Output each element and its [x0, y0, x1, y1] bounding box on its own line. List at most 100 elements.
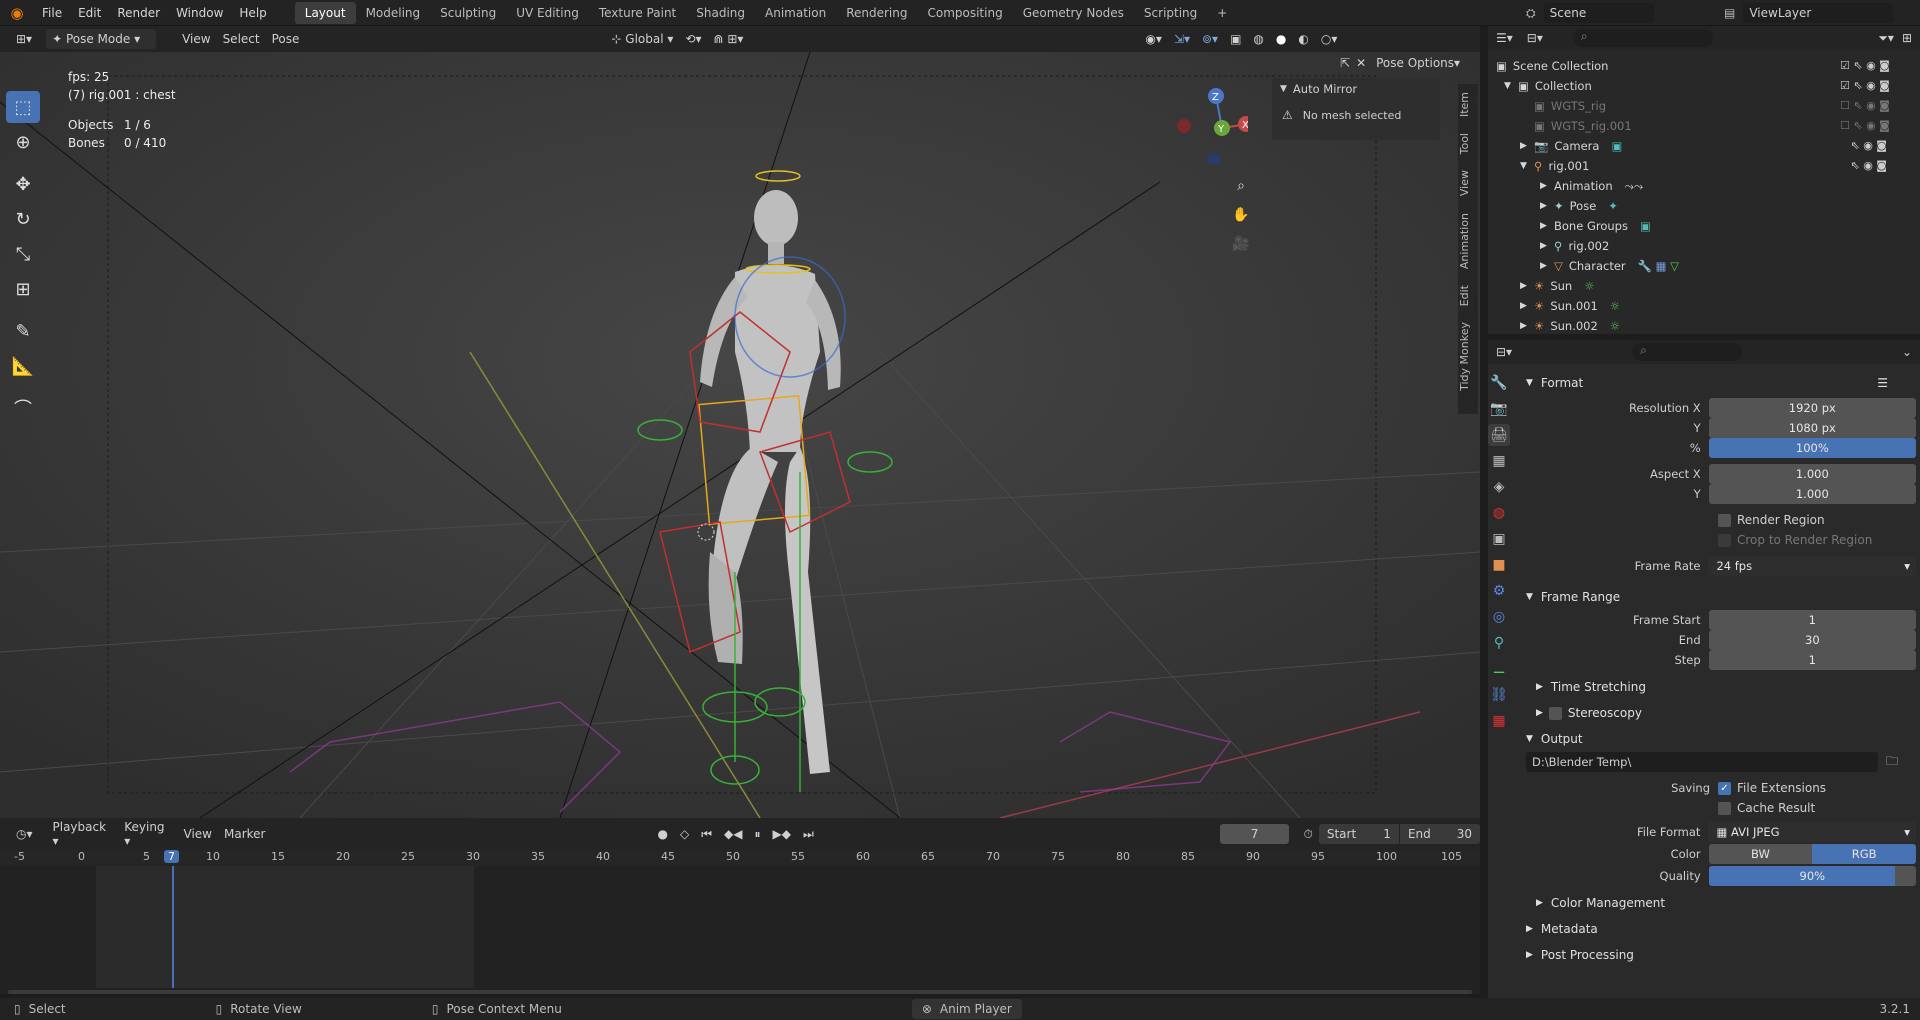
color-rgb-button[interactable]: RGB — [1812, 844, 1917, 864]
measure-icon[interactable]: 📐 — [6, 350, 40, 382]
select-box-icon[interactable]: ⬚ — [6, 91, 40, 123]
expand-icon[interactable]: ▶ — [1520, 281, 1534, 291]
timeline-editor-icon[interactable]: ◷▾ — [10, 827, 39, 841]
tab-view[interactable]: View — [1458, 162, 1471, 204]
prev-keyframe-icon[interactable]: ◆◀ — [718, 827, 748, 841]
navigation-gizmo[interactable]: Z X Y — [1168, 84, 1254, 167]
outliner-row-animation[interactable]: ▶ Animation ⤳⤳ — [1488, 176, 1920, 196]
move-icon[interactable]: ✥ — [6, 168, 40, 200]
object-tab-icon[interactable]: ■ — [1488, 554, 1510, 576]
pan-hand-icon[interactable]: ✋ — [1228, 202, 1254, 228]
close-panel-icon[interactable]: ✕ — [1356, 56, 1366, 70]
shading-rendered-icon[interactable]: ○▾ — [1315, 32, 1344, 46]
tab-tool[interactable]: Tool — [1458, 125, 1471, 162]
tab-geometry-nodes[interactable]: Geometry Nodes — [1013, 2, 1134, 24]
shading-material-icon[interactable]: ◐ — [1292, 32, 1314, 46]
timeline-ruler[interactable]: -5 0 5 7 10 15 20 25 30 35 40 45 50 55 6… — [0, 850, 1480, 866]
snap-icon[interactable]: ⋒ ⊞▾ — [707, 32, 749, 46]
frame-step-field[interactable]: 1 — [1708, 650, 1916, 670]
resolution-percent-slider[interactable]: 100% — [1708, 438, 1916, 458]
keying-menu[interactable]: Keying ▾ — [118, 820, 177, 848]
keyframe-icon[interactable]: ◇ — [674, 827, 695, 841]
crop-region-checkbox[interactable]: Crop to Render Region — [1518, 530, 1916, 550]
outliner-row-bone-groups[interactable]: ▶ Bone Groups ▣ — [1488, 216, 1920, 236]
jump-start-icon[interactable]: ⏮ — [695, 827, 718, 842]
render-region-checkbox[interactable]: Render Region — [1518, 510, 1916, 530]
orientation-selector[interactable]: ⊹ Global ▾ — [605, 29, 679, 49]
expand-icon[interactable]: ▶ — [1540, 241, 1554, 251]
next-keyframe-icon[interactable]: ▶◆ — [766, 827, 796, 841]
expand-icon[interactable]: ▼ — [1504, 81, 1518, 91]
expand-icon[interactable]: ▶ — [1540, 181, 1554, 191]
texture-tab-icon[interactable]: ▦ — [1488, 710, 1510, 732]
resolution-y-field[interactable]: 1080 px — [1708, 418, 1916, 438]
frame-rate-dropdown[interactable]: 24 fps ▾ — [1708, 556, 1916, 576]
transform-icon[interactable]: ⊞ — [6, 273, 40, 305]
section-post-processing[interactable]: ▶ Post Processing — [1518, 942, 1916, 968]
tab-uv-editing[interactable]: UV Editing — [506, 2, 589, 24]
menu-render[interactable]: Render — [109, 0, 168, 26]
blender-logo-icon[interactable]: ◉ — [0, 4, 34, 22]
cursor-icon[interactable]: ⊕ — [6, 126, 40, 158]
modifier-tab-icon[interactable]: ⚙ — [1488, 580, 1510, 602]
tab-item[interactable]: Item — [1458, 84, 1471, 125]
pivot-icon[interactable]: ⟲▾ — [679, 32, 707, 46]
menu-pose[interactable]: Pose — [266, 32, 306, 46]
menu-view[interactable]: View — [176, 32, 216, 46]
shading-solid-icon[interactable]: ● — [1270, 32, 1292, 46]
bone-tab-icon[interactable]: ⚊ — [1488, 658, 1510, 680]
constraint-tab-icon[interactable]: ⚲ — [1488, 632, 1510, 654]
restriction-row[interactable]: ☐ ⇖ ◉ ◙ — [1840, 96, 1916, 116]
tab-shading[interactable]: Shading — [686, 2, 755, 24]
expand-icon[interactable]: ▼ — [1520, 161, 1534, 171]
add-workspace-icon[interactable]: + — [1207, 2, 1237, 24]
expand-icon[interactable]: ▶ — [1540, 221, 1554, 231]
output-path-field[interactable]: D:\Blender Temp\ — [1526, 752, 1878, 772]
restriction-row[interactable]: ☐ ⇖ ◉ ◙ — [1840, 116, 1916, 136]
panel-collapse-icon[interactable]: ⇱ — [1340, 56, 1350, 70]
view-layer-tab-icon[interactable]: ▦ — [1488, 450, 1510, 472]
marker-menu[interactable]: Marker — [218, 827, 271, 841]
outliner-editor-icon[interactable]: ☰▾ — [1496, 31, 1513, 45]
section-stereoscopy[interactable]: ▶ Stereoscopy — [1518, 700, 1916, 726]
file-extensions-checkbox[interactable]: ✓ — [1718, 781, 1731, 795]
section-format[interactable]: ▼ Format ☰ — [1518, 370, 1916, 396]
outliner-search-input[interactable]: ⌕ — [1572, 29, 1713, 47]
outliner-row-sun[interactable]: ▶ ☀ Sun ☼ — [1488, 276, 1920, 296]
playhead-line[interactable] — [172, 866, 174, 988]
menu-help[interactable]: Help — [231, 0, 274, 26]
file-format-dropdown[interactable]: ▦ AVI JPEG ▾ — [1708, 822, 1916, 842]
display-mode-icon[interactable]: ⊟▾ — [1527, 31, 1543, 45]
3d-viewport[interactable]: fps: 25 (7) rig.001 : chest Objects 1 / … — [0, 52, 1480, 818]
frame-start-field[interactable]: 1 — [1708, 610, 1916, 630]
shading-wire-icon[interactable]: ◍ — [1247, 32, 1269, 46]
tool-settings-icon[interactable]: 🔧 — [1488, 372, 1510, 394]
view-layer-selector[interactable]: ▤ ViewLayer — [1724, 2, 1894, 24]
color-bw-button[interactable]: BW — [1708, 844, 1813, 864]
restriction-row[interactable]: ⇖ ◉ ◙ — [1840, 136, 1916, 156]
tab-animation-side[interactable]: Animation — [1458, 205, 1471, 277]
xray-icon[interactable]: ▣ — [1224, 32, 1247, 46]
folder-icon[interactable]: 🗀 — [1886, 752, 1898, 773]
tab-rendering[interactable]: Rendering — [836, 2, 917, 24]
gizmo-toggle-icon[interactable]: ⇲▾ — [1168, 32, 1196, 46]
properties-search-input[interactable]: ⌕ — [1632, 343, 1743, 361]
outliner-row-pose[interactable]: ▶ ✦ Pose ✦ — [1488, 196, 1920, 216]
properties-editor-icon[interactable]: ⊟▾ — [1496, 345, 1512, 359]
timeline-view-menu[interactable]: View — [178, 827, 218, 841]
pause-icon[interactable]: ⏸ — [748, 827, 766, 842]
annotate-icon[interactable]: ✎ — [6, 315, 40, 347]
start-frame-field[interactable]: Start 1 — [1318, 824, 1399, 844]
scale-icon[interactable]: ⤡ — [6, 238, 40, 270]
expand-icon[interactable]: ▶ — [1520, 141, 1534, 151]
menu-window[interactable]: Window — [168, 0, 231, 26]
mode-selector[interactable]: ✦ Pose Mode ▾ — [46, 29, 157, 49]
scene-name[interactable]: Scene — [1543, 3, 1654, 23]
section-color-management[interactable]: ▶ Color Management — [1518, 890, 1916, 916]
cancel-icon[interactable]: ⊗ — [922, 1002, 932, 1016]
editor-type-icon[interactable]: ⊞▾ — [10, 32, 38, 46]
expand-icon[interactable]: ▶ — [1540, 261, 1554, 271]
aspect-y-field[interactable]: 1.000 — [1708, 484, 1916, 504]
scene-tab-icon[interactable]: ◈ — [1488, 476, 1510, 498]
section-frame-range[interactable]: ▼ Frame Range — [1518, 584, 1916, 610]
